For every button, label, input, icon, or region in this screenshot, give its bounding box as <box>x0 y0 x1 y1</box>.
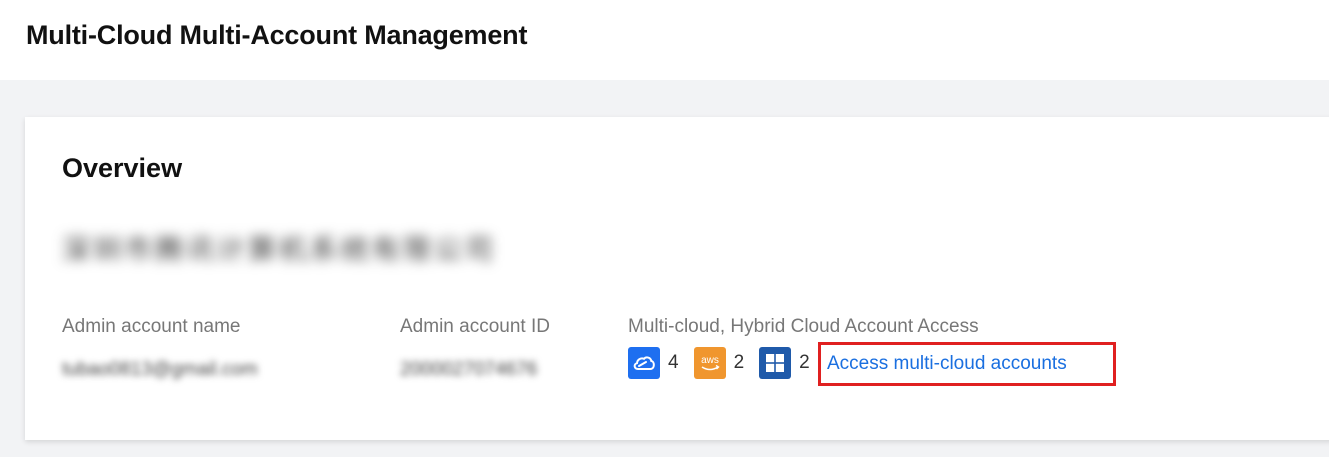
azure-windows-icon <box>759 347 792 379</box>
page-header: Multi-Cloud Multi-Account Management <box>0 0 1329 80</box>
tencent-cloud-icon <box>628 347 660 379</box>
access-multi-cloud-accounts-link[interactable]: Access multi-cloud accounts <box>818 342 1116 386</box>
page-title: Multi-Cloud Multi-Account Management <box>26 20 528 50</box>
cloud-access-counts: 4 aws 2 2 <box>628 346 825 380</box>
cloud-access-label: Multi-cloud, Hybrid Cloud Account Access <box>628 316 979 337</box>
admin-account-id-value: 2000027074676 <box>400 359 538 380</box>
admin-account-name-label: Admin account name <box>62 316 241 337</box>
overview-card: Overview 深圳市腾讯计算机系统有限公司 Admin account na… <box>25 117 1329 440</box>
organization-name: 深圳市腾讯计算机系统有限公司 <box>62 234 497 265</box>
tencent-cloud-count: 4 <box>668 352 679 373</box>
svg-text:aws: aws <box>701 355 719 366</box>
azure-count: 2 <box>799 352 810 373</box>
aws-icon: aws <box>693 347 726 379</box>
overview-title: Overview <box>62 153 183 183</box>
admin-account-name-value: tubao0813@gmail.com <box>62 359 258 380</box>
aws-count: 2 <box>733 352 745 373</box>
admin-account-id-label: Admin account ID <box>400 316 550 337</box>
